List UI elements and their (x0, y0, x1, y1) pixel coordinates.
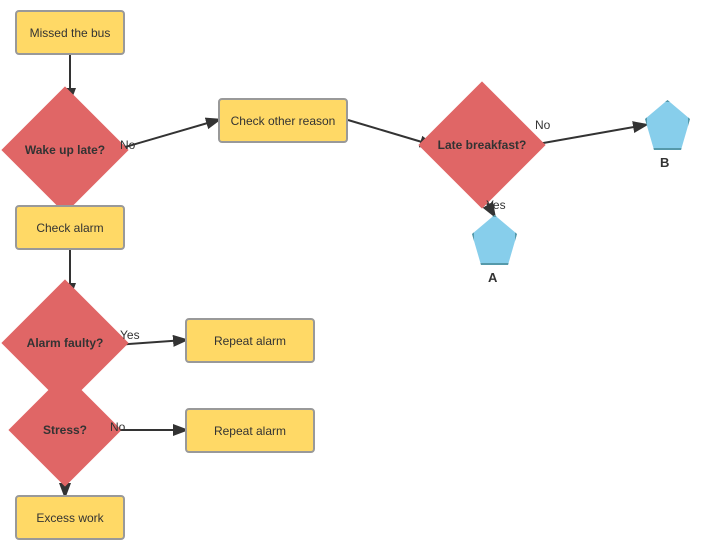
excess-work-node: Excess work (15, 495, 125, 540)
b-connector-node (645, 100, 690, 150)
alarm-yes-label: Yes (120, 328, 140, 342)
check-other-reason-node: Check other reason (218, 98, 348, 143)
late-breakfast-node: Late breakfast? (418, 81, 545, 208)
arrows-layer (0, 0, 706, 553)
repeat-alarm-2-node: Repeat alarm (185, 408, 315, 453)
b-label: B (660, 155, 669, 170)
a-connector-node (472, 215, 517, 265)
late-no-label: No (535, 118, 550, 132)
wake-up-late-node: Wake up late? (1, 86, 128, 213)
check-alarm-node: Check alarm (15, 205, 125, 250)
a-label: A (488, 270, 497, 285)
stress-node: Stress? (8, 373, 121, 486)
late-yes-label: Yes (486, 198, 506, 212)
wake-no-label: No (120, 138, 135, 152)
flowchart-canvas: Missed the bus Wake up late? No Check ot… (0, 0, 706, 553)
missed-bus-node: Missed the bus (15, 10, 125, 55)
stress-no-label: No (110, 420, 125, 434)
repeat-alarm-1-node: Repeat alarm (185, 318, 315, 363)
